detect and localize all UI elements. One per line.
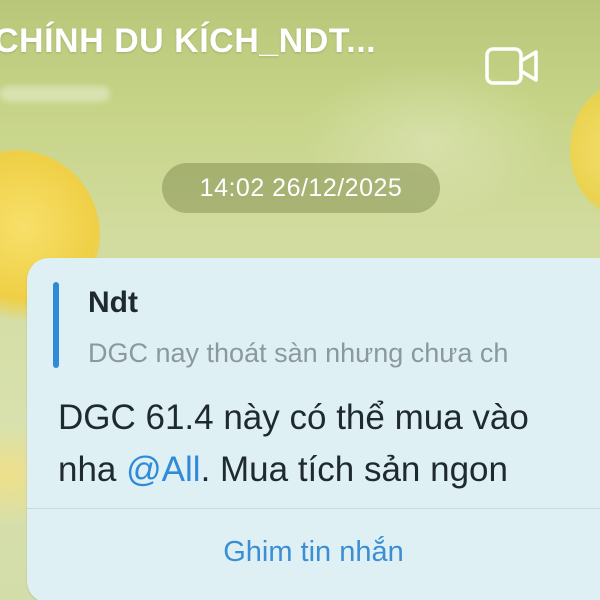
reply-preview-text[interactable]: DGC nay thoát sàn nhưng chưa ch [88, 338, 600, 369]
chat-header: CHÍNH DU KÍCH_NDT... [0, 0, 600, 102]
message-bubble[interactable]: Ndt DGC nay thoát sàn nhưng chưa ch DGC … [27, 258, 600, 600]
message-line: nha @All. Mua tích sản ngon [58, 444, 600, 496]
date-separator: 14:02 26/12/2025 [162, 163, 440, 213]
video-camera-icon [485, 47, 538, 85]
chat-title[interactable]: CHÍNH DU KÍCH_NDT... [0, 22, 376, 61]
reply-author[interactable]: Ndt [88, 286, 138, 320]
message-text-segment: . Mua tích sản ngon [200, 450, 508, 489]
message-line: DGC 61.4 này có thể mua vào [58, 398, 529, 437]
chat-screen: CHÍNH DU KÍCH_NDT... 14:02 26/12/2025 Nd… [0, 0, 600, 600]
mention-link[interactable]: @All [126, 450, 200, 489]
video-call-button[interactable] [484, 44, 542, 88]
pin-message-button[interactable]: Ghim tin nhắn [27, 509, 600, 600]
reply-quote-bar [53, 282, 59, 368]
message-text: DGC 61.4 này có thể mua vào nha @All. Mu… [58, 392, 600, 496]
wallpaper-shape [570, 80, 600, 220]
message-text-segment: nha [58, 450, 127, 489]
chat-subtitle [0, 86, 110, 102]
